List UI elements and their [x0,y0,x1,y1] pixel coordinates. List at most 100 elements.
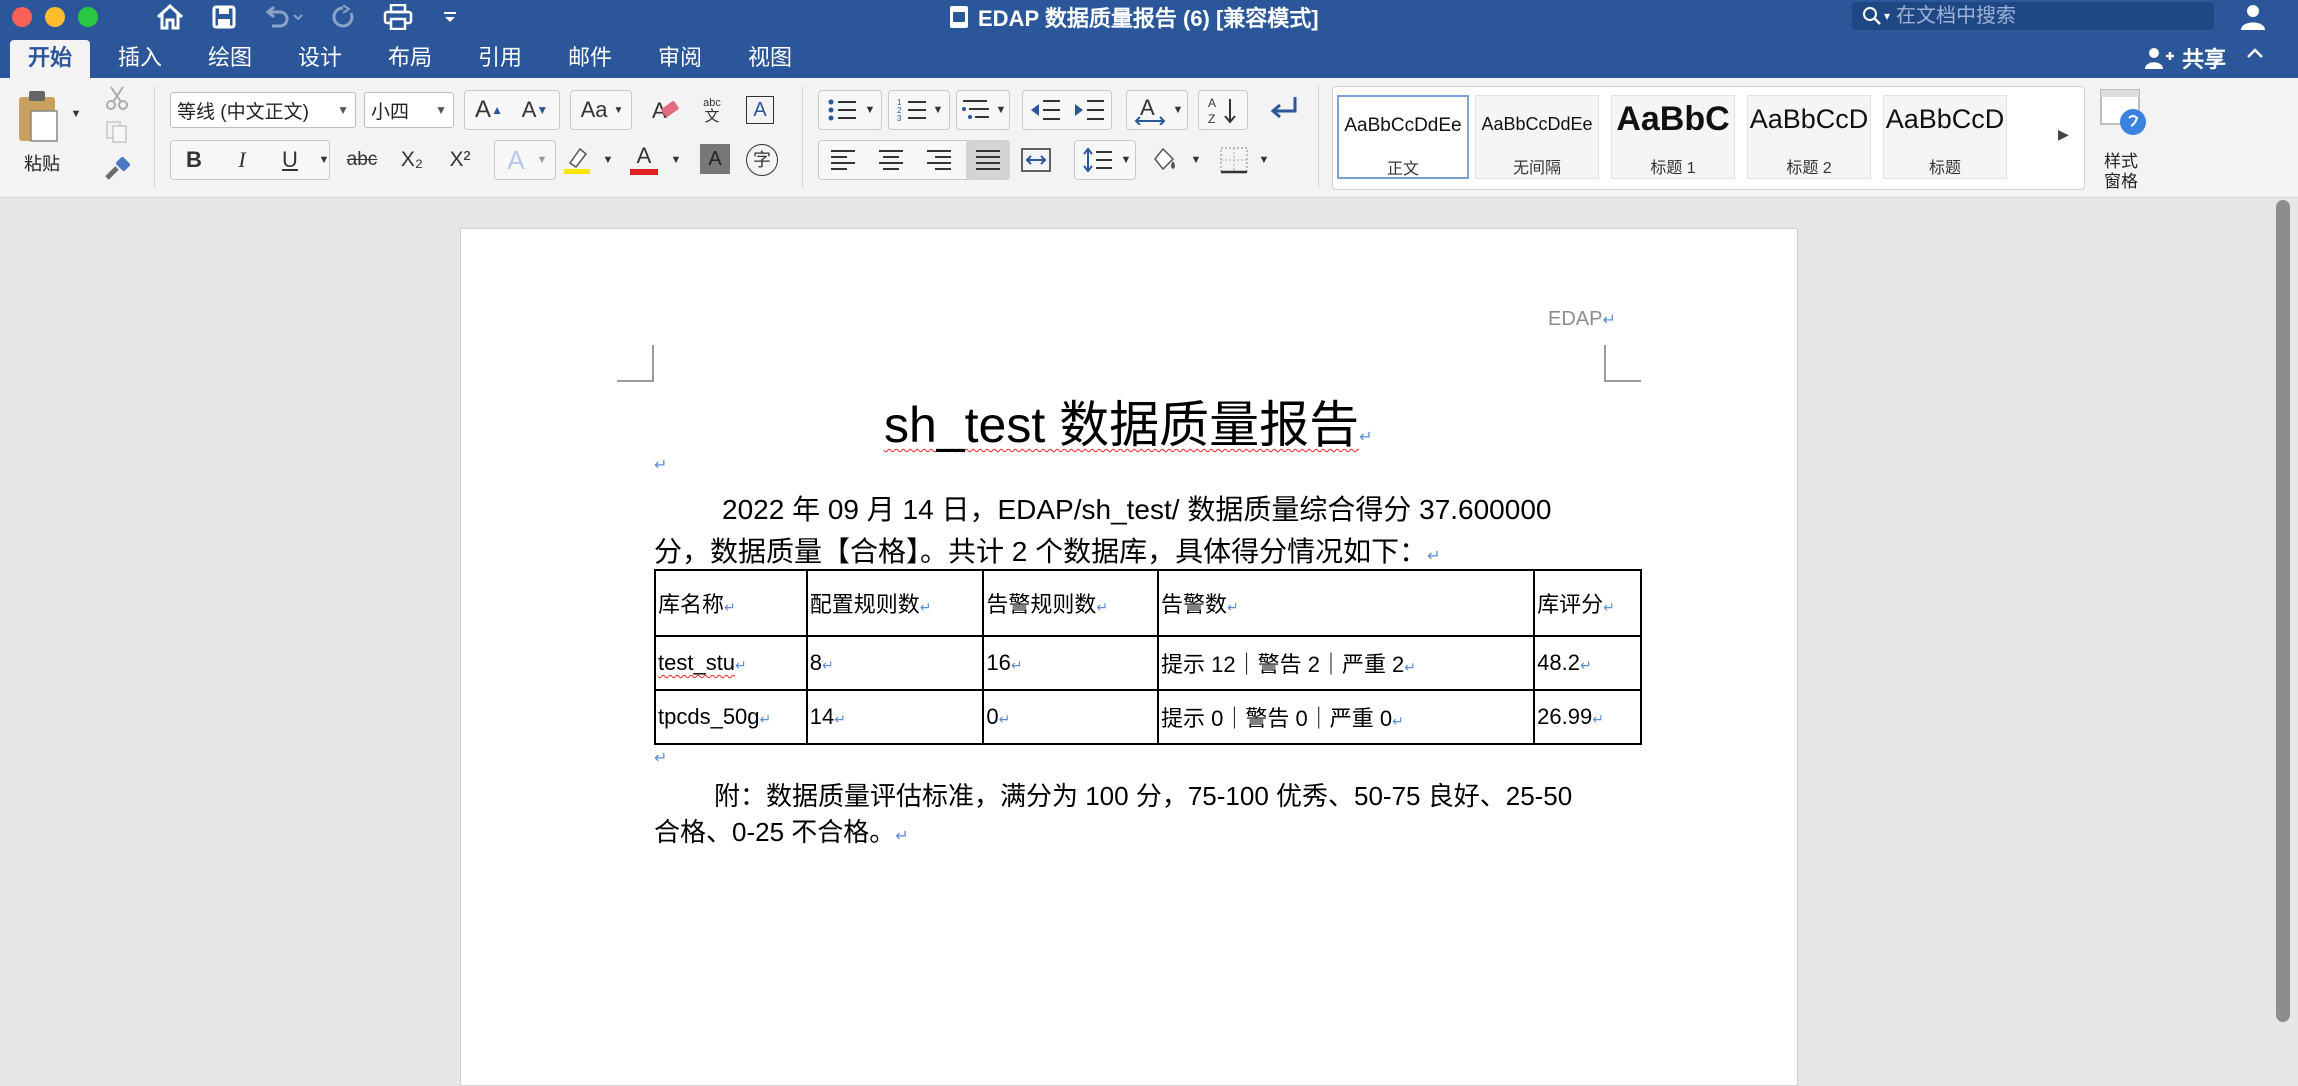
superscript-button[interactable]: X² [440,142,480,178]
decrease-indent-icon[interactable] [1024,92,1066,128]
footnote-line-2[interactable]: 合格、0-25 不合格。↵ [654,812,909,849]
numbering-dropdown[interactable]: ▼ [930,94,946,126]
numbering-icon[interactable]: 123 [892,92,932,128]
gallery-next-icon[interactable]: ▶ [2058,126,2069,143]
character-shading-button[interactable]: A [700,144,730,174]
table-header-cell[interactable]: 告警数↵ [1157,569,1536,637]
tab-review[interactable]: 审阅 [644,40,716,78]
table-cell[interactable]: 提示 12｜警告 2｜严重 2↵ [1157,635,1536,691]
table-cell[interactable]: 48.2↵ [1533,635,1642,691]
tab-insert[interactable]: 插入 [104,40,176,78]
multilevel-dropdown[interactable]: ▼ [994,94,1008,126]
redo-icon[interactable] [328,0,360,34]
collapse-ribbon-icon[interactable] [2246,42,2264,65]
justify-icon[interactable] [966,140,1010,180]
document-heading[interactable]: sh_test 数据质量报告↵ [884,385,1373,457]
bold-button[interactable]: B [174,142,214,178]
footnote-line-1[interactable]: 附：数据质量评估标准，满分为 100 分，75-100 优秀、50-75 良好、… [714,776,1572,813]
highlight-icon[interactable] [560,142,594,178]
style-normal[interactable]: AaBbCcDdEe 正文 [1337,95,1469,179]
vertical-scrollbar[interactable] [2276,200,2290,1022]
cut-icon[interactable] [100,84,134,112]
table-cell[interactable]: 提示 0｜警告 0｜严重 0↵ [1157,689,1536,745]
show-paragraph-marks-icon[interactable] [1262,92,1306,128]
font-size-combo[interactable]: 小四 ▼ [364,92,454,128]
underline-dropdown[interactable]: ▼ [316,144,332,176]
italic-button[interactable]: I [222,142,262,178]
quality-table[interactable]: 库名称↵ 配置规则数↵ 告警规则数↵ 告警数↵ 库评分↵ test_stu↵ 8… [654,569,1642,745]
strikethrough-button[interactable]: abc [340,142,384,178]
customize-toolbar-icon[interactable] [436,0,464,34]
tab-view[interactable]: 视图 [734,40,806,78]
table-header-cell[interactable]: 配置规则数↵ [805,569,985,637]
asian-layout-icon[interactable]: A [1130,92,1170,128]
table-cell[interactable]: 14↵ [805,689,985,745]
paste-options-dropdown[interactable]: ▼ [66,104,86,124]
table-header-cell[interactable]: 告警规则数↵ [982,569,1160,637]
page-header[interactable]: EDAP↵ [1548,308,1616,331]
borders-icon[interactable] [1214,142,1254,178]
account-icon[interactable] [2240,0,2268,34]
bullets-icon[interactable] [822,92,862,128]
save-icon[interactable] [206,0,242,34]
tab-draw[interactable]: 绘图 [194,40,266,78]
tab-home[interactable]: 开始 [10,40,90,78]
style-no-spacing[interactable]: AaBbCcDdEe 无间隔 [1475,95,1599,179]
styles-pane-icon[interactable] [2098,86,2150,142]
table-header-cell[interactable]: 库评分↵ [1533,569,1642,637]
bullets-dropdown[interactable]: ▼ [862,94,878,126]
table-header-cell[interactable]: 库名称↵ [654,569,808,637]
font-name-combo[interactable]: 等线 (中文正文) ▼ [170,92,356,128]
align-right-icon[interactable] [918,142,960,178]
close-window-button[interactable] [12,7,32,27]
highlight-dropdown[interactable]: ▼ [600,144,616,176]
tab-layout[interactable]: 布局 [374,40,446,78]
table-cell[interactable]: 0↵ [982,689,1160,745]
style-title[interactable]: AaBbCcD 标题 [1883,95,2007,179]
style-heading-2[interactable]: AaBbCcD 标题 2 [1747,95,1871,179]
tab-mailings[interactable]: 邮件 [554,40,626,78]
tab-design[interactable]: 设计 [284,40,356,78]
share-button[interactable]: 共享 [2144,40,2226,76]
tab-references[interactable]: 引用 [464,40,536,78]
increase-indent-icon[interactable] [1068,92,1110,128]
text-effects-dropdown[interactable]: ▼ [534,144,550,176]
print-icon[interactable] [378,0,418,34]
align-center-icon[interactable] [870,142,912,178]
multilevel-list-icon[interactable] [958,92,994,128]
phonetic-guide-button[interactable]: abc 文 [694,92,730,128]
shading-icon[interactable] [1146,142,1182,178]
format-painter-icon[interactable] [100,154,134,184]
text-effects-icon[interactable]: A [500,142,532,178]
table-cell[interactable]: test_stu↵ [654,635,808,691]
line-spacing-icon[interactable] [1078,142,1118,178]
borders-dropdown[interactable]: ▼ [1256,144,1272,176]
document-search[interactable]: ▾ [1852,2,2214,30]
sort-icon[interactable]: AZ [1202,92,1244,128]
font-color-button[interactable]: A [626,142,662,178]
home-icon[interactable] [152,0,188,34]
line-spacing-dropdown[interactable]: ▼ [1118,144,1134,176]
grow-font-button[interactable]: A ▲ [468,92,510,128]
distributed-align-icon[interactable] [1016,142,1056,178]
font-color-dropdown[interactable]: ▼ [668,144,684,176]
table-cell[interactable]: 8↵ [805,635,985,691]
table-cell[interactable]: 16↵ [982,635,1160,691]
underline-button[interactable]: U [270,142,310,178]
maximize-window-button[interactable] [78,7,98,27]
summary-line-1[interactable]: 2022 年 09 月 14 日，EDAP/sh_test/ 数据质量综合得分 … [722,488,1551,528]
change-case-button[interactable]: Aa ▼ [574,92,630,128]
enclose-characters-button[interactable]: 字 [744,142,780,178]
align-left-icon[interactable] [822,142,864,178]
copy-icon[interactable] [100,118,134,146]
paste-icon[interactable] [12,88,62,144]
style-heading-1[interactable]: AaBbC 标题 1 [1611,95,1735,179]
search-input[interactable] [1896,4,2197,28]
shrink-font-button[interactable]: A ▼ [514,92,556,128]
summary-line-2[interactable]: 分，数据质量【合格】。共计 2 个数据库，具体得分情况如下：↵ [654,530,1441,570]
shading-dropdown[interactable]: ▼ [1188,144,1204,176]
table-cell[interactable]: 26.99↵ [1533,689,1642,745]
minimize-window-button[interactable] [45,7,65,27]
undo-icon[interactable] [258,0,310,34]
character-border-button[interactable]: A [742,92,778,128]
